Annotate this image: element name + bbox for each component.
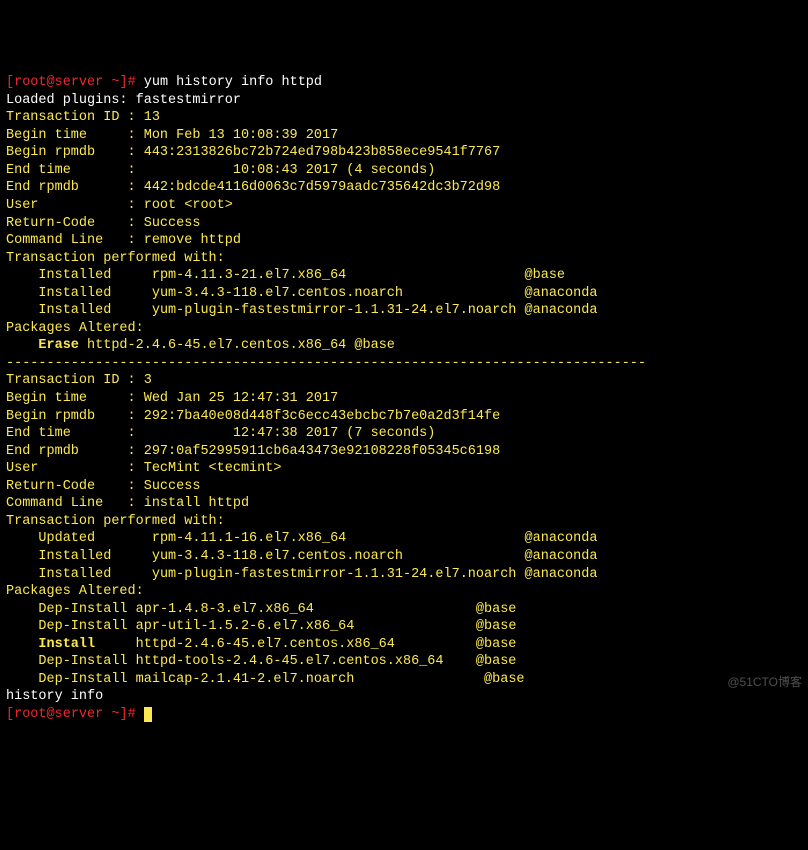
tx2-altered-row-3: Dep-Install httpd-tools-2.4.6-45.el7.cen… — [6, 654, 516, 669]
tx2-begin-time: Begin time : Wed Jan 25 12:47:31 2017 — [6, 391, 338, 406]
prompt2-path: ~ — [111, 707, 119, 722]
tx1-pw-row-1: Installed yum-3.4.3-118.el7.centos.noarc… — [6, 286, 597, 301]
tx2-performed-with-label: Transaction performed with: — [6, 514, 225, 529]
tx2-end-rpmdb: End rpmdb : 297:0af52995911cb6a43473e921… — [6, 444, 500, 459]
watermark: @51CTO博客 — [727, 675, 802, 691]
prompt-symbol: # — [128, 75, 136, 90]
tx2-altered-row-0: Dep-Install apr-1.4.8-3.el7.x86_64 @base — [6, 602, 516, 617]
tx1-begin-time: Begin time : Mon Feb 13 10:08:39 2017 — [6, 128, 338, 143]
tx2-pw-row-2: Installed yum-plugin-fastestmirror-1.1.3… — [6, 567, 597, 582]
tx2-return-code: Return-Code : Success — [6, 479, 200, 494]
prompt2-symbol: # — [128, 707, 136, 722]
tx1-return-code: Return-Code : Success — [6, 216, 200, 231]
history-info-line: history info — [6, 689, 103, 704]
tx1-begin-rpmdb: Begin rpmdb : 443:2313826bc72b724ed798b4… — [6, 145, 500, 160]
tx2-begin-rpmdb: Begin rpmdb : 292:7ba40e08d448f3c6ecc43e… — [6, 409, 500, 424]
tx1-command-line: Command Line : remove httpd — [6, 233, 241, 248]
tx1-id: Transaction ID : 13 — [6, 110, 160, 125]
prompt2-user: root@server — [14, 707, 103, 722]
command-text: yum history info httpd — [144, 75, 322, 90]
tx1-end-rpmdb: End rpmdb : 442:bdcde4116d0063c7d5979aad… — [6, 180, 500, 195]
prompt-open: [ — [6, 75, 14, 90]
tx1-end-time: End time : 10:08:43 2017 (4 seconds) — [6, 163, 435, 178]
prompt2-open: [ — [6, 707, 14, 722]
tx1-pw-row-0: Installed rpm-4.11.3-21.el7.x86_64 @base — [6, 268, 565, 283]
terminal-cursor[interactable] — [144, 707, 152, 722]
separator-line: ----------------------------------------… — [6, 356, 646, 371]
prompt-close: ] — [119, 75, 127, 90]
loaded-plugins-line: Loaded plugins: fastestmirror — [6, 93, 241, 108]
tx1-pw-row-2: Installed yum-plugin-fastestmirror-1.1.3… — [6, 303, 597, 318]
terminal-output: [root@server ~]# yum history info httpd … — [6, 74, 802, 723]
tx2-altered-label: Packages Altered: — [6, 584, 144, 599]
tx2-end-time: End time : 12:47:38 2017 (7 seconds) — [6, 426, 435, 441]
tx2-user: User : TecMint <tecmint> — [6, 461, 281, 476]
tx2-altered-row-1: Dep-Install apr-util-1.5.2-6.el7.x86_64 … — [6, 619, 516, 634]
prompt-user: root@server — [14, 75, 103, 90]
tx1-user: User : root <root> — [6, 198, 233, 213]
tx2-pw-row-0: Updated rpm-4.11.1-16.el7.x86_64 @anacon… — [6, 531, 597, 546]
prompt2-close: ] — [119, 707, 127, 722]
tx1-altered-label: Packages Altered: — [6, 321, 144, 336]
tx1-performed-with-label: Transaction performed with: — [6, 251, 225, 266]
tx2-command-line: Command Line : install httpd — [6, 496, 249, 511]
tx2-id: Transaction ID : 3 — [6, 373, 152, 388]
tx2-altered-row-2: Install httpd-2.4.6-45.el7.centos.x86_64… — [6, 637, 516, 652]
tx2-altered-row-4: Dep-Install mailcap-2.1.41-2.el7.noarch … — [6, 672, 525, 687]
tx1-altered-row-0: Erase httpd-2.4.6-45.el7.centos.x86_64 @… — [6, 338, 395, 353]
tx2-pw-row-1: Installed yum-3.4.3-118.el7.centos.noarc… — [6, 549, 597, 564]
